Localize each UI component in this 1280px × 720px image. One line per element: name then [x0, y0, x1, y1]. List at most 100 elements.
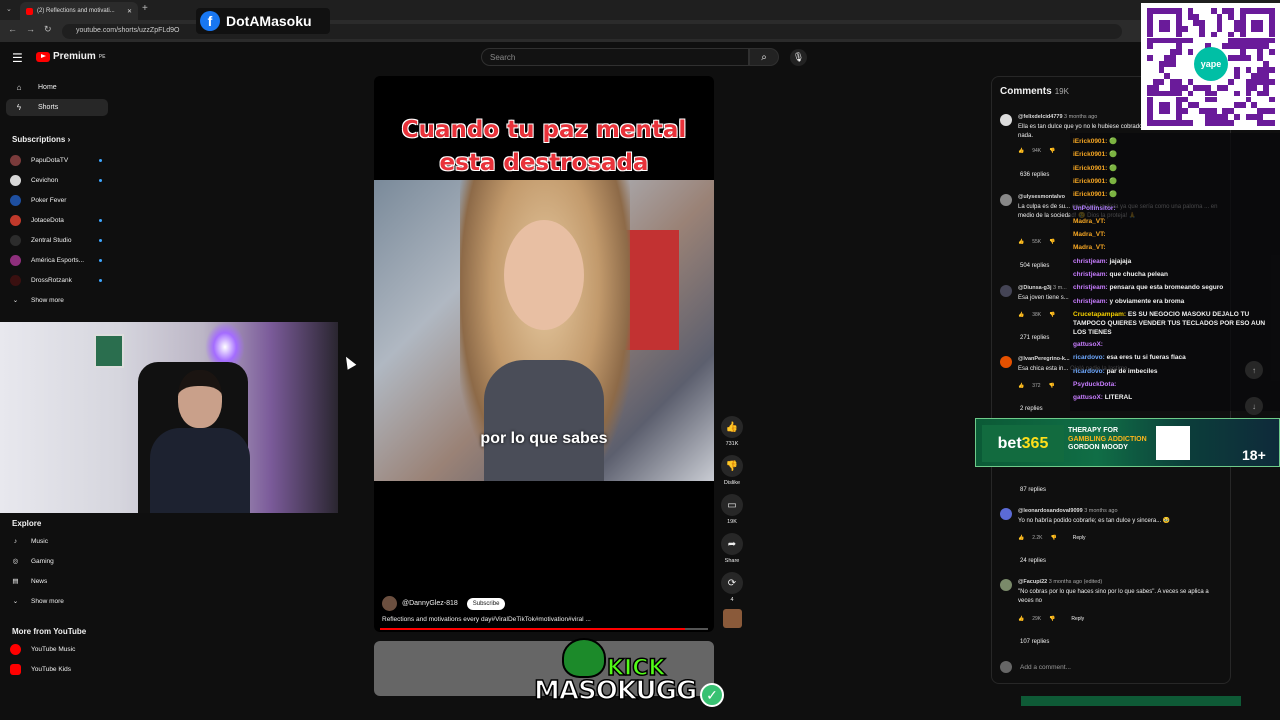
view-replies-button[interactable]: 2 replies — [1020, 406, 1043, 412]
qr-module — [1170, 61, 1176, 67]
subscriptions-heading[interactable]: Subscriptions › — [12, 135, 70, 144]
remix-button[interactable]: ⟳ 4 — [719, 572, 745, 603]
qr-module — [1251, 8, 1258, 14]
close-tab-icon[interactable]: ✕ — [127, 8, 132, 15]
subscription-item[interactable]: Zentral Studio — [10, 232, 102, 248]
chat-text: 🟢 — [1109, 191, 1118, 199]
hamburger-menu-icon[interactable]: ☰ — [12, 51, 23, 65]
video-progress-bar[interactable] — [380, 628, 708, 630]
qr-module — [1239, 49, 1246, 56]
subscription-item[interactable]: PapuDotaTV — [10, 152, 102, 168]
chat-message: gattusoX: — [1073, 340, 1277, 349]
voice-search-button[interactable]: 🎙 — [790, 49, 807, 66]
qr-module — [1234, 19, 1240, 26]
qr-module — [1239, 37, 1246, 44]
sidebar-item-youtube-music[interactable]: YouTube Music — [10, 641, 102, 657]
qr-module — [1147, 96, 1153, 103]
thumbs-up-icon: 👍 — [1018, 383, 1025, 389]
qr-module — [1263, 78, 1269, 85]
share-button[interactable]: ➦ Share — [719, 533, 745, 564]
dislike-button[interactable]: 👎 Dislike — [719, 455, 745, 486]
subscription-item[interactable]: JotaceDota — [10, 212, 102, 228]
kick-channel-name: MASOKUGG — [533, 675, 698, 707]
qr-module — [1216, 19, 1223, 26]
qr-module — [1222, 84, 1229, 91]
youtube-logo[interactable]: Premium PE — [36, 51, 105, 62]
qr-module — [1210, 90, 1217, 97]
view-replies-button[interactable]: 636 replies — [1020, 172, 1049, 178]
new-tab-icon[interactable]: + — [142, 3, 148, 14]
chat-username: Madra_VT: — [1073, 217, 1106, 225]
qr-module — [1257, 114, 1263, 121]
chat-username: christjeam: — [1073, 297, 1110, 305]
show-more-subscriptions[interactable]: ⌄ Show more — [10, 292, 102, 308]
add-comment-field[interactable]: Add a comment... — [1000, 661, 1071, 673]
sidebar-item-music[interactable]: ♪ Music — [10, 533, 102, 549]
browser-tab[interactable]: (2) Reflections and motivati... ✕ — [20, 2, 138, 20]
qr-module — [1251, 114, 1258, 121]
sidebar-item-home[interactable]: ⌂ Home — [6, 79, 108, 96]
forward-icon[interactable]: → — [26, 24, 35, 34]
comments-button[interactable]: ▭ 19K — [719, 494, 745, 525]
new-content-dot — [99, 218, 102, 222]
subscription-item[interactable]: América Esports... — [10, 252, 102, 268]
view-replies-button[interactable]: 24 replies — [1020, 558, 1046, 564]
qr-module — [1158, 61, 1165, 67]
back-icon[interactable]: ← — [8, 24, 17, 34]
chat-text: jajajaja — [1109, 257, 1132, 265]
qr-module — [1222, 43, 1229, 50]
logo-country: PE — [98, 53, 106, 60]
subscribe-button[interactable]: Subscribe — [466, 597, 506, 610]
qr-module — [1245, 8, 1252, 14]
more-from-youtube-heading: More from YouTube — [12, 627, 87, 636]
qr-module — [1234, 37, 1240, 44]
scroll-down-icon[interactable]: ↓ — [1245, 397, 1263, 415]
view-replies-button[interactable]: 504 replies — [1020, 263, 1049, 269]
sidebar-item-shorts[interactable]: ϟ Shorts — [6, 99, 108, 116]
qr-module — [1205, 108, 1211, 115]
reply-button[interactable]: Reply — [1073, 535, 1086, 541]
new-content-dot — [99, 238, 102, 242]
shorts-video-player[interactable]: Cuando tu paz mental esta destrosada por … — [374, 76, 714, 632]
reload-icon[interactable]: ↻ — [44, 24, 52, 35]
subscription-item[interactable]: DrossRotzank — [10, 272, 102, 288]
new-content-dot — [99, 258, 102, 262]
view-replies-button[interactable]: 271 replies — [1020, 335, 1049, 341]
search-button[interactable]: ⌕ — [749, 48, 779, 66]
sidebar-item-news[interactable]: ▤ News — [10, 573, 102, 589]
subscription-item[interactable]: Cevichon — [10, 172, 102, 188]
show-more-explore[interactable]: ⌄ Show more — [10, 593, 102, 609]
tab-list-icon[interactable]: ⌄ — [6, 5, 12, 13]
channel-handle[interactable]: @DannyGlez-818 — [402, 600, 458, 607]
chat-message: Madra_VT: — [1073, 230, 1277, 239]
search-input[interactable]: Search — [481, 48, 749, 66]
video-description[interactable]: Reflections and motivations every day#Vi… — [382, 616, 591, 623]
sidebar-item-gaming[interactable]: ◎ Gaming — [10, 553, 102, 569]
channel-avatar[interactable] — [382, 596, 397, 611]
qr-module — [1263, 108, 1269, 115]
thumbs-down-icon: 👎 — [1049, 616, 1056, 622]
remix-icon: ⟳ — [721, 572, 743, 594]
qr-module — [1176, 102, 1182, 109]
qr-module — [1187, 78, 1194, 85]
like-button[interactable]: 👍 731K — [719, 416, 745, 447]
view-replies-button[interactable]: 107 replies — [1020, 639, 1049, 645]
qr-module — [1222, 8, 1229, 14]
view-replies-button[interactable]: 87 replies — [1020, 487, 1046, 493]
youtube-music-icon — [10, 643, 21, 655]
qr-module — [1251, 78, 1258, 85]
scroll-up-icon[interactable]: ↑ — [1245, 361, 1263, 379]
comments-title: Comments 19K — [1000, 86, 1069, 97]
qr-module — [1257, 90, 1263, 97]
yape-logo: yape — [1194, 47, 1228, 81]
qr-module — [1239, 102, 1246, 109]
ninja-mascot-icon — [562, 638, 606, 678]
qr-module — [1176, 37, 1182, 44]
sound-thumbnail[interactable] — [723, 609, 742, 628]
qr-module — [1257, 43, 1263, 50]
chat-username: iErick0901: — [1073, 177, 1110, 185]
sidebar-item-youtube-kids[interactable]: YouTube Kids — [10, 661, 102, 677]
subscription-item[interactable]: Poker Fever — [10, 192, 102, 208]
qr-module — [1193, 102, 1200, 109]
reply-button[interactable]: Reply — [1071, 616, 1084, 622]
